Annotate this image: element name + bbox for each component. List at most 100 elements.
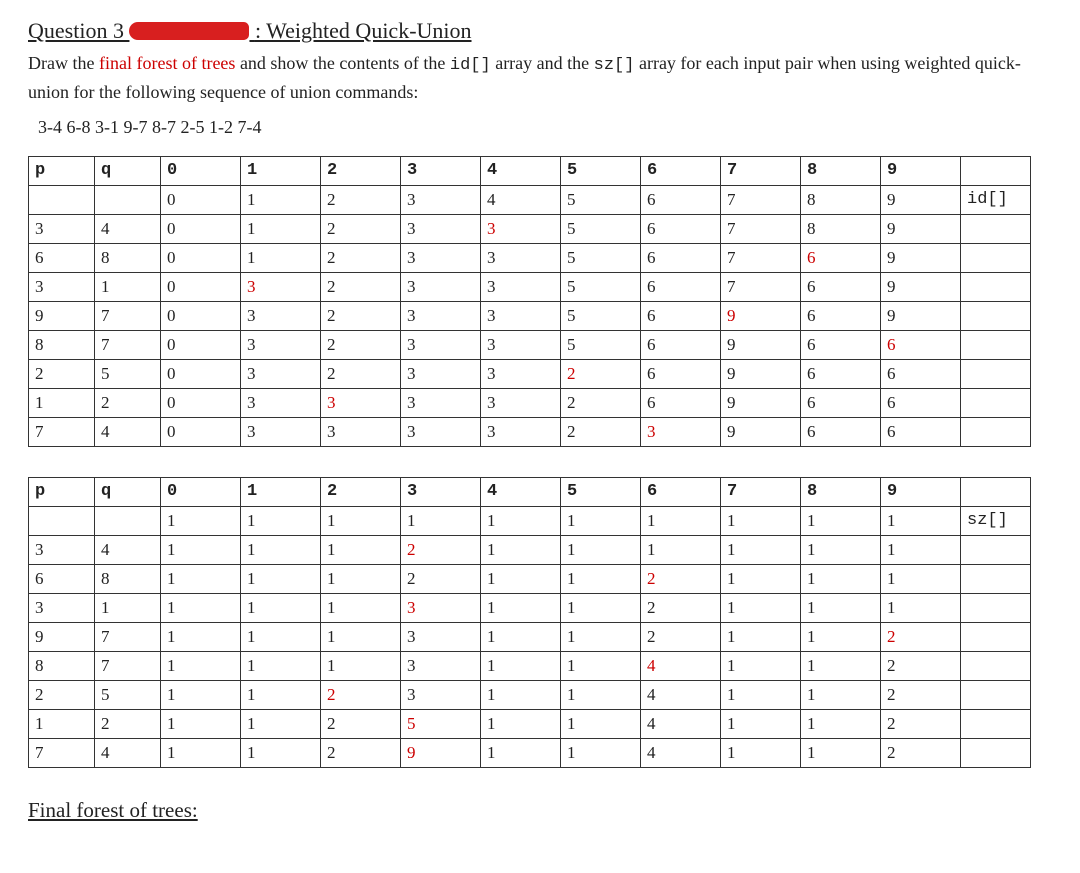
cell-p: 6	[29, 564, 95, 593]
col-index: 9	[881, 477, 961, 506]
cell-q	[95, 506, 161, 535]
cell-value: 6	[641, 214, 721, 243]
cell-value: 0	[161, 243, 241, 272]
final-forest-heading: Final forest of trees:	[28, 798, 1052, 823]
cell-value: 1	[561, 564, 641, 593]
cell-value: 8	[801, 185, 881, 214]
cell-value: 3	[401, 272, 481, 301]
cell-value: 1	[321, 564, 401, 593]
cell-value: 3	[321, 388, 401, 417]
cell-q: 2	[95, 388, 161, 417]
cell-p	[29, 185, 95, 214]
cell-value: 3	[401, 185, 481, 214]
cell-p: 6	[29, 243, 95, 272]
cell-value: 6	[801, 417, 881, 446]
cell-value: 0	[161, 417, 241, 446]
cell-value: 9	[721, 330, 801, 359]
cell-p: 2	[29, 680, 95, 709]
cell-value: 1	[561, 622, 641, 651]
col-index: 7	[721, 477, 801, 506]
cell-p: 7	[29, 738, 95, 767]
col-index: 1	[241, 477, 321, 506]
cell-q: 7	[95, 301, 161, 330]
col-index: 8	[801, 477, 881, 506]
cell-value: 6	[801, 301, 881, 330]
cell-q: 7	[95, 651, 161, 680]
cell-p: 7	[29, 417, 95, 446]
cell-value: 4	[641, 709, 721, 738]
cell-value: 5	[561, 272, 641, 301]
cell-value: 1	[161, 593, 241, 622]
redaction-mark	[129, 22, 249, 40]
cell-value: 3	[481, 388, 561, 417]
cell-value: 1	[241, 243, 321, 272]
cell-value: 1	[721, 564, 801, 593]
cell-value: 3	[401, 388, 481, 417]
cell-value: 1	[881, 593, 961, 622]
prompt-red: final forest of trees	[99, 53, 235, 73]
col-p: p	[29, 477, 95, 506]
col-index: 2	[321, 477, 401, 506]
cell-value: 9	[401, 738, 481, 767]
cell-value: 4	[481, 185, 561, 214]
cell-value: 5	[561, 330, 641, 359]
cell-value: 3	[641, 417, 721, 446]
col-q: q	[95, 477, 161, 506]
cell-p: 3	[29, 272, 95, 301]
prompt-mid2: array and the	[491, 53, 594, 73]
cell-value: 1	[401, 506, 481, 535]
cell-value: 1	[481, 651, 561, 680]
col-label-blank	[961, 477, 1031, 506]
col-index: 4	[481, 477, 561, 506]
cell-value: 0	[161, 330, 241, 359]
col-index: 1	[241, 156, 321, 185]
cell-array-label	[961, 535, 1031, 564]
cell-array-label	[961, 564, 1031, 593]
col-index: 3	[401, 477, 481, 506]
cell-q: 1	[95, 593, 161, 622]
cell-value: 1	[241, 564, 321, 593]
prompt-text: Draw the final forest of trees and show …	[28, 50, 1052, 105]
cell-value: 5	[561, 214, 641, 243]
cell-value: 9	[881, 301, 961, 330]
cell-value: 9	[881, 214, 961, 243]
cell-value: 6	[641, 388, 721, 417]
cell-value: 1	[801, 506, 881, 535]
col-index: 9	[881, 156, 961, 185]
cell-value: 7	[721, 185, 801, 214]
cell-p: 1	[29, 388, 95, 417]
cell-value: 1	[161, 709, 241, 738]
col-index: 5	[561, 477, 641, 506]
cell-value: 0	[161, 301, 241, 330]
cell-value: 1	[321, 593, 401, 622]
cell-value: 3	[401, 243, 481, 272]
cell-value: 5	[561, 301, 641, 330]
cell-value: 1	[481, 535, 561, 564]
cell-value: 1	[641, 535, 721, 564]
cell-array-label	[961, 388, 1031, 417]
cell-value: 2	[641, 622, 721, 651]
cell-value: 3	[321, 417, 401, 446]
cell-q: 2	[95, 709, 161, 738]
cell-value: 3	[241, 359, 321, 388]
col-index: 7	[721, 156, 801, 185]
cell-value: 1	[801, 564, 881, 593]
cell-value: 1	[161, 680, 241, 709]
cell-value: 6	[641, 301, 721, 330]
cell-value: 1	[561, 535, 641, 564]
sz-table: pq01234567891111111111sz[]34111211111168…	[28, 477, 1031, 768]
cell-value: 2	[321, 301, 401, 330]
col-index: 5	[561, 156, 641, 185]
cell-value: 9	[721, 388, 801, 417]
cell-value: 3	[401, 301, 481, 330]
col-index: 8	[801, 156, 881, 185]
cell-value: 1	[721, 738, 801, 767]
cell-value: 1	[241, 593, 321, 622]
cell-value: 1	[161, 738, 241, 767]
cell-value: 1	[161, 622, 241, 651]
cell-value: 5	[401, 709, 481, 738]
title-part-a: Question 3	[28, 18, 129, 43]
cell-value: 0	[161, 359, 241, 388]
col-p: p	[29, 156, 95, 185]
cell-array-label	[961, 738, 1031, 767]
